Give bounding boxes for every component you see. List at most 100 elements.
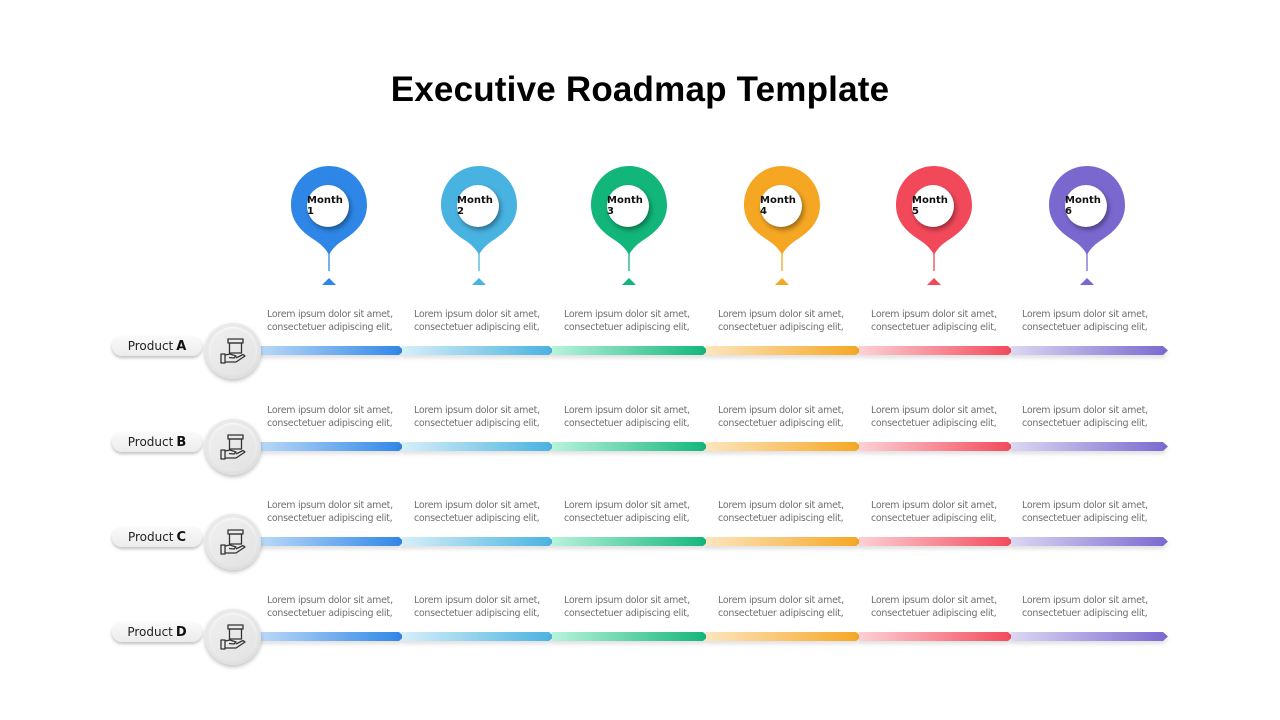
product-prefix: Product: [127, 339, 174, 353]
milestone-description: Lorem ipsum dolor sit amet, consectetuer …: [718, 308, 868, 334]
product-prefix: Product: [127, 435, 174, 449]
page-title: Executive Roadmap Template: [390, 70, 890, 109]
product-icon-badge: [205, 514, 261, 570]
description-line-2: consectetuer adipiscing elit,: [1022, 322, 1148, 333]
month-pin-2: Month 2: [439, 165, 519, 287]
description-line-1: Lorem ipsum dolor sit amet,: [1022, 500, 1148, 511]
product-letter: B: [176, 434, 187, 450]
milestone-description: Lorem ipsum dolor sit amet, consectetuer …: [564, 499, 714, 525]
timeline-segment-month-6: [1011, 442, 1168, 451]
timeline-segment-month-6: [1011, 632, 1168, 641]
timeline-segment-month-1: [258, 442, 404, 451]
description-line-1: Lorem ipsum dolor sit amet,: [564, 500, 690, 511]
description-line-2: consectetuer adipiscing elit,: [718, 608, 844, 619]
product-row-a: Product A Lorem ipsum dolor sit amet, conse…: [0, 300, 1280, 379]
product-row-c: Product C Lorem ipsum dolor sit amet, conse…: [0, 491, 1280, 570]
timeline-segment-month-5: [859, 346, 1013, 355]
marker-triangle-icon: [775, 278, 789, 285]
description-line-2: consectetuer adipiscing elit,: [1022, 418, 1148, 429]
timeline-segment-month-6: [1011, 537, 1168, 546]
milestone-description: Lorem ipsum dolor sit amet, consectetuer …: [267, 404, 417, 430]
timeline-segment-month-1: [258, 537, 404, 546]
product-letter: A: [176, 338, 187, 354]
description-line-1: Lorem ipsum dolor sit amet,: [1022, 309, 1148, 320]
description-line-1: Lorem ipsum dolor sit amet,: [1022, 405, 1148, 416]
month-label: Month 3: [607, 185, 649, 227]
product-row-b: Product B Lorem ipsum dolor sit amet, conse…: [0, 396, 1280, 475]
month-label: Month 1: [307, 185, 349, 227]
description-line-2: consectetuer adipiscing elit,: [871, 322, 997, 333]
milestone-description: Lorem ipsum dolor sit amet, consectetuer …: [564, 308, 714, 334]
milestone-description: Lorem ipsum dolor sit amet, consectetuer …: [718, 594, 868, 620]
description-line-1: Lorem ipsum dolor sit amet,: [564, 405, 690, 416]
milestone-description: Lorem ipsum dolor sit amet, consectetuer …: [718, 499, 868, 525]
description-line-1: Lorem ipsum dolor sit amet,: [718, 500, 844, 511]
milestone-description: Lorem ipsum dolor sit amet, consectetuer …: [1022, 594, 1172, 620]
milestone-description: Lorem ipsum dolor sit amet, consectetuer …: [871, 594, 1021, 620]
description-line-2: consectetuer adipiscing elit,: [1022, 608, 1148, 619]
description-line-2: consectetuer adipiscing elit,: [414, 513, 540, 524]
marker-triangle-icon: [1080, 278, 1094, 285]
marker-triangle-icon: [322, 278, 336, 285]
description-line-1: Lorem ipsum dolor sit amet,: [267, 595, 393, 606]
description-line-2: consectetuer adipiscing elit,: [564, 418, 690, 429]
marker-triangle-icon: [927, 278, 941, 285]
month-pin-3: Month 3: [589, 165, 669, 287]
timeline-segment-month-3: [552, 632, 708, 641]
timeline-segment-month-2: [402, 537, 554, 546]
description-line-2: consectetuer adipiscing elit,: [1022, 513, 1148, 524]
description-line-2: consectetuer adipiscing elit,: [414, 608, 540, 619]
milestone-description: Lorem ipsum dolor sit amet, consectetuer …: [1022, 404, 1172, 430]
description-line-1: Lorem ipsum dolor sit amet,: [414, 405, 540, 416]
timeline-segment-month-5: [859, 442, 1013, 451]
month-pin-5: Month 5: [894, 165, 974, 287]
product-prefix: Product: [127, 530, 174, 544]
timeline-segment-month-3: [552, 442, 708, 451]
timeline-segment-month-2: [402, 442, 554, 451]
description-line-2: consectetuer adipiscing elit,: [564, 608, 690, 619]
description-line-1: Lorem ipsum dolor sit amet,: [871, 500, 997, 511]
description-line-2: consectetuer adipiscing elit,: [718, 418, 844, 429]
product-letter: D: [175, 624, 187, 640]
description-line-1: Lorem ipsum dolor sit amet,: [871, 309, 997, 320]
hand-holding-box-icon: [220, 624, 246, 650]
milestone-description: Lorem ipsum dolor sit amet, consectetuer …: [564, 404, 714, 430]
description-line-1: Lorem ipsum dolor sit amet,: [267, 405, 393, 416]
timeline-segment-month-1: [258, 346, 404, 355]
description-line-1: Lorem ipsum dolor sit amet,: [414, 309, 540, 320]
description-line-1: Lorem ipsum dolor sit amet,: [414, 595, 540, 606]
timeline-segment-month-4: [706, 442, 861, 451]
product-label: Product A: [112, 336, 202, 356]
milestone-description: Lorem ipsum dolor sit amet, consectetuer …: [414, 499, 564, 525]
timeline-segment-month-2: [402, 632, 554, 641]
timeline-segment-month-3: [552, 346, 708, 355]
timeline-segment-month-5: [859, 537, 1013, 546]
description-line-2: consectetuer adipiscing elit,: [564, 513, 690, 524]
milestone-description: Lorem ipsum dolor sit amet, consectetuer …: [564, 594, 714, 620]
description-line-1: Lorem ipsum dolor sit amet,: [718, 309, 844, 320]
timeline-segment-month-4: [706, 537, 861, 546]
description-line-1: Lorem ipsum dolor sit amet,: [564, 595, 690, 606]
product-label: Product B: [112, 432, 202, 452]
month-label: Month 6: [1065, 185, 1107, 227]
milestone-description: Lorem ipsum dolor sit amet, consectetuer …: [1022, 499, 1172, 525]
product-letter: C: [176, 529, 187, 545]
milestone-description: Lorem ipsum dolor sit amet, consectetuer …: [871, 499, 1021, 525]
milestone-description: Lorem ipsum dolor sit amet, consectetuer …: [414, 404, 564, 430]
month-pin-1: Month 1: [289, 165, 369, 287]
milestone-description: Lorem ipsum dolor sit amet, consectetuer …: [267, 499, 417, 525]
description-line-2: consectetuer adipiscing elit,: [871, 513, 997, 524]
milestone-description: Lorem ipsum dolor sit amet, consectetuer …: [871, 308, 1021, 334]
milestone-description: Lorem ipsum dolor sit amet, consectetuer …: [267, 308, 417, 334]
timeline-segment-month-1: [258, 632, 404, 641]
milestone-description: Lorem ipsum dolor sit amet, consectetuer …: [267, 594, 417, 620]
marker-triangle-icon: [622, 278, 636, 285]
product-prefix: Product: [127, 625, 173, 639]
description-line-2: consectetuer adipiscing elit,: [564, 322, 690, 333]
description-line-1: Lorem ipsum dolor sit amet,: [871, 595, 997, 606]
description-line-1: Lorem ipsum dolor sit amet,: [1022, 595, 1148, 606]
product-icon-badge: [205, 419, 261, 475]
hand-holding-box-icon: [220, 434, 246, 460]
milestone-description: Lorem ipsum dolor sit amet, consectetuer …: [414, 308, 564, 334]
description-line-2: consectetuer adipiscing elit,: [414, 418, 540, 429]
